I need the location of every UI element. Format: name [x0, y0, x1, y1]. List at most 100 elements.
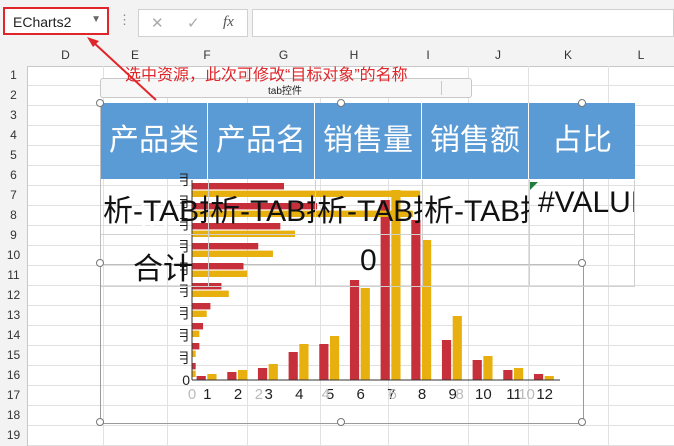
col-D[interactable]: D: [28, 48, 103, 62]
vertical-bar: [299, 344, 309, 380]
vertical-bar: [483, 356, 493, 380]
vertical-bar: [268, 364, 278, 380]
fx-icon[interactable]: fx: [223, 14, 234, 31]
resize-handle-sw[interactable]: [96, 418, 104, 426]
row-3[interactable]: 3: [0, 108, 27, 122]
cell-amount[interactable]: 析-TAB控件: [424, 186, 529, 230]
header-category: 产品类别: [101, 103, 208, 233]
horizontal-bar: [192, 363, 196, 370]
vertical-bar: [514, 368, 524, 380]
table-col-divider: [634, 180, 635, 286]
horizontal-bar: [192, 310, 207, 317]
col-F[interactable]: F: [167, 48, 247, 62]
col-J[interactable]: J: [468, 48, 528, 62]
resize-handle-e[interactable]: [578, 259, 586, 267]
table-bottom-border: [101, 286, 635, 287]
horizontal-bar: [192, 290, 229, 297]
vertical-bar: [257, 368, 268, 380]
vertical-bar: [207, 374, 217, 380]
col-I[interactable]: I: [388, 48, 468, 62]
vertical-bar: [411, 220, 421, 380]
total-label[interactable]: 合计: [133, 244, 193, 288]
header-ratio: 占比: [529, 103, 635, 179]
col-K[interactable]: K: [528, 48, 608, 62]
x-minor-tick-label: 8: [455, 386, 463, 400]
row-19[interactable]: 19: [0, 428, 27, 442]
horizontal-bar: [192, 270, 248, 277]
table-col-divider: [208, 180, 209, 286]
horizontal-bar: [192, 323, 204, 330]
horizontal-bar: [192, 350, 196, 357]
resize-handle-nw[interactable]: [96, 99, 104, 107]
cell-category[interactable]: 析-TAB控件: [103, 186, 208, 230]
row-16[interactable]: 16: [0, 368, 27, 382]
table-col-divider: [529, 180, 530, 286]
y-tick-label: 0: [182, 372, 190, 388]
cell-ratio[interactable]: #VALUE!: [538, 186, 634, 220]
row-2[interactable]: 2: [0, 88, 27, 102]
cell-quantity[interactable]: 析-TAB控: [317, 186, 422, 230]
vertical-bar: [441, 340, 452, 380]
row-4[interactable]: 4: [0, 128, 27, 142]
row-1[interactable]: 1: [0, 68, 27, 82]
vertical-bar: [360, 288, 370, 380]
x-minor-tick-label: 6: [389, 386, 397, 400]
formula-input[interactable]: [252, 9, 674, 37]
row-18[interactable]: 18: [0, 408, 27, 422]
y-tick-label: 2月: [180, 328, 190, 344]
horizontal-bar: [192, 330, 200, 337]
name-box-value[interactable]: ECharts2: [13, 14, 71, 30]
row-17[interactable]: 17: [0, 388, 27, 402]
x-tick-label: 2: [234, 386, 242, 400]
vertical-bar: [452, 316, 462, 380]
row-15[interactable]: 15: [0, 348, 27, 362]
annotation-text: 选中资源，此次可修改“目标对象”的名称: [125, 67, 408, 84]
row-header: 1 2 3 4 5 6 7 8 9 10 11 12 13 14 15 16 1…: [0, 66, 28, 446]
total-quantity[interactable]: 0: [360, 244, 377, 278]
close-icon[interactable]: ✕: [151, 14, 164, 32]
col-H[interactable]: H: [320, 48, 388, 62]
col-G[interactable]: G: [247, 48, 320, 62]
row-9[interactable]: 9: [0, 228, 27, 242]
vertical-bar: [227, 372, 237, 380]
name-box[interactable]: ECharts2 ▼: [3, 7, 109, 35]
row-5[interactable]: 5: [0, 148, 27, 162]
x-minor-tick-label: 0: [188, 386, 196, 400]
row-14[interactable]: 14: [0, 328, 27, 342]
resize-handle-s[interactable]: [337, 418, 345, 426]
check-icon[interactable]: ✓: [187, 14, 200, 32]
vertical-bar: [503, 370, 513, 380]
row-10[interactable]: 10: [0, 248, 27, 262]
header-product: 产品名称: [208, 103, 315, 233]
more-vertical-icon[interactable]: ⋮: [118, 12, 131, 28]
resize-handle-n[interactable]: [337, 99, 345, 107]
x-tick-label: 4: [295, 386, 303, 400]
row-8[interactable]: 8: [0, 208, 27, 222]
table-col-divider: [422, 180, 423, 286]
resize-handle-w[interactable]: [96, 259, 104, 267]
row-11[interactable]: 11: [0, 268, 27, 282]
x-tick-label: 12: [536, 386, 553, 400]
vertical-bar: [288, 352, 298, 380]
horizontal-bar: [192, 263, 244, 270]
header-quantity: 销售量: [315, 103, 422, 179]
cell-product[interactable]: 析-TAB控件: [210, 186, 315, 230]
row-6[interactable]: 6: [0, 168, 27, 182]
horizontal-bar: [192, 303, 211, 310]
row-7[interactable]: 7: [0, 188, 27, 202]
vertical-bar: [472, 360, 482, 380]
table-col-divider: [315, 180, 316, 286]
vertical-bar: [422, 240, 432, 380]
row-12[interactable]: 12: [0, 288, 27, 302]
header-amount: 销售额: [422, 103, 529, 179]
chevron-down-icon[interactable]: ▼: [91, 14, 101, 25]
resize-handle-se[interactable]: [578, 418, 586, 426]
resize-handle-ne[interactable]: [578, 99, 586, 107]
col-L[interactable]: L: [608, 48, 674, 62]
vertical-bar: [349, 280, 360, 380]
vertical-bar: [196, 376, 206, 380]
row-13[interactable]: 13: [0, 308, 27, 322]
col-E[interactable]: E: [103, 48, 167, 62]
x-tick-label: 6: [356, 386, 364, 400]
grid-row-line: [28, 425, 674, 426]
